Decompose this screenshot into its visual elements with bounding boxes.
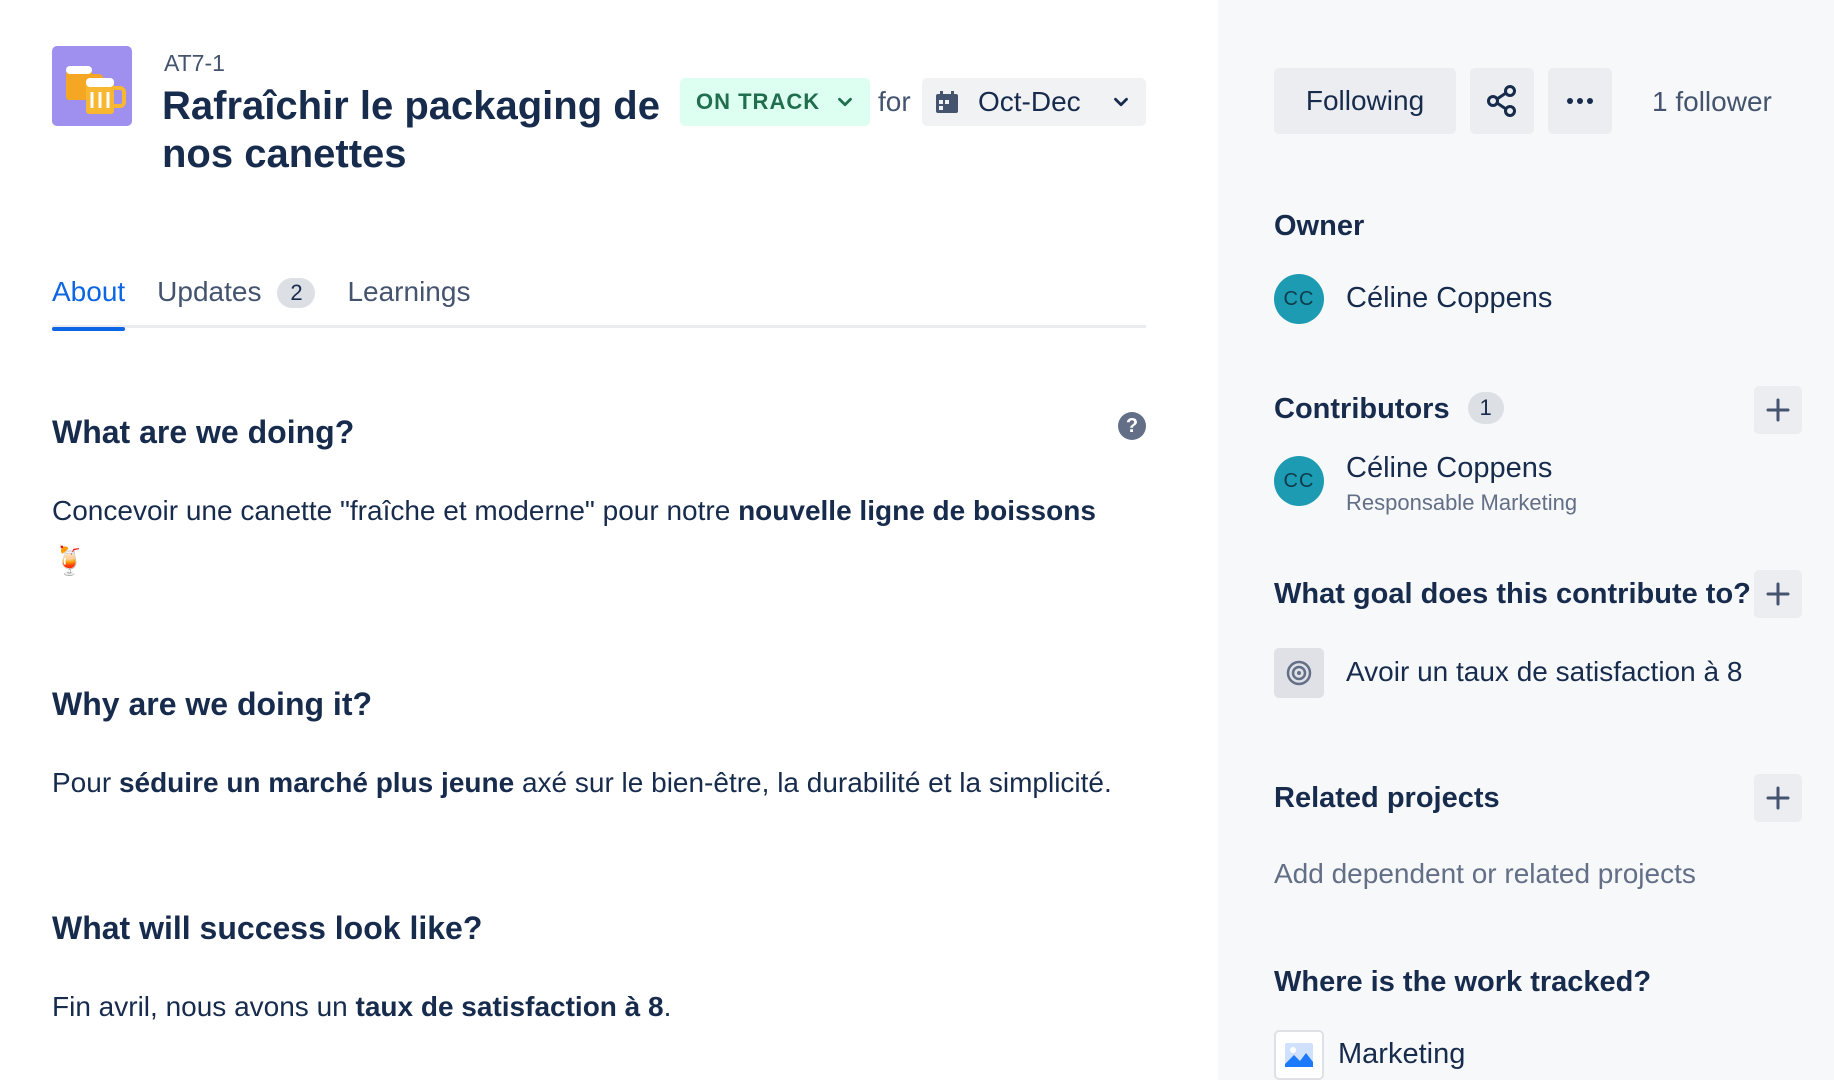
plus-icon — [1766, 582, 1790, 606]
marketing-space-icon — [1274, 1030, 1324, 1080]
success-text: Fin avril, nous avons un — [52, 991, 356, 1022]
contributors-label: Contributors — [1274, 393, 1450, 425]
contributor-role: Responsable Marketing — [1346, 490, 1578, 515]
why-description[interactable]: Pour séduire un marché plus jeune axé su… — [52, 758, 1152, 808]
more-icon — [1567, 98, 1593, 104]
success-text-end: . — [663, 991, 672, 1022]
related-projects-heading: Related projects — [1274, 782, 1500, 814]
page-title[interactable]: Rafraîchir le packaging de nos canettes — [162, 82, 682, 178]
tab-bar: About Updates 2 Learnings — [52, 276, 1146, 331]
contributors-count-badge: 1 — [1467, 392, 1504, 424]
tab-learnings[interactable]: Learnings — [347, 276, 470, 328]
more-actions-button[interactable] — [1548, 68, 1612, 134]
avatar[interactable]: CC — [1274, 274, 1324, 324]
why-text: Pour — [52, 767, 119, 798]
tropical-drink-icon: 🍹 — [52, 545, 87, 576]
add-related-projects-link[interactable]: Add dependent or related projects — [1274, 858, 1696, 890]
chevron-down-icon — [1114, 97, 1128, 107]
target-date-dropdown[interactable]: Oct-Dec — [922, 78, 1146, 126]
tab-updates[interactable]: Updates 2 — [157, 276, 316, 328]
target-date: Oct-Dec — [978, 86, 1081, 117]
goal-link[interactable]: Avoir un taux de satisfaction à 8 — [1346, 656, 1742, 688]
updates-count-badge: 2 — [277, 278, 316, 308]
contributor-name[interactable]: Céline Coppens — [1346, 452, 1552, 485]
tab-about[interactable]: About — [52, 276, 126, 331]
follower-count[interactable]: 1 follower — [1652, 86, 1772, 118]
success-heading: What will success look like? — [52, 910, 483, 946]
add-related-project-button[interactable] — [1754, 774, 1802, 822]
why-heading: Why are we doing it? — [52, 686, 373, 722]
details-sidebar — [1218, 0, 1834, 1080]
calendar-icon — [936, 91, 958, 113]
help-icon[interactable]: ? — [1118, 412, 1146, 440]
goal-heading: What goal does this contribute to? — [1274, 578, 1751, 610]
status-dropdown[interactable]: ON TRACK — [680, 78, 870, 126]
project-key: AT7-1 — [164, 50, 225, 76]
plus-icon — [1766, 786, 1790, 810]
plus-icon — [1766, 398, 1790, 422]
following-button[interactable]: Following — [1274, 68, 1456, 134]
chevron-down-icon — [838, 97, 852, 107]
main-content: AT7-1 Rafraîchir le packaging de nos can… — [0, 0, 1218, 1080]
status-badge: ON TRACK — [696, 89, 821, 114]
what-text-bold: nouvelle ligne de boissons — [738, 495, 1096, 526]
avatar[interactable]: CC — [1274, 456, 1324, 506]
share-button[interactable] — [1470, 68, 1534, 134]
success-description[interactable]: Fin avril, nous avons un taux de satisfa… — [52, 982, 1152, 1032]
success-text-bold: taux de satisfaction à 8 — [355, 991, 664, 1022]
why-text-bold: séduire un marché plus jeune — [118, 767, 515, 798]
beer-mugs-icon[interactable] — [52, 46, 132, 126]
owner-name[interactable]: Céline Coppens — [1346, 282, 1552, 315]
why-text-end: axé sur le bien-être, la durabilité et l… — [514, 767, 1112, 798]
tab-label: Updates — [157, 276, 262, 307]
for-label: for — [878, 86, 911, 117]
owner-heading: Owner — [1274, 210, 1365, 242]
marketing-link[interactable]: Marketing — [1338, 1038, 1465, 1071]
share-icon — [1487, 85, 1516, 117]
add-contributor-button[interactable] — [1754, 386, 1802, 434]
what-heading: What are we doing? — [52, 414, 355, 450]
what-description[interactable]: Concevoir une canette "fraîche et modern… — [52, 486, 1152, 586]
add-goal-button[interactable] — [1754, 570, 1802, 618]
contributors-heading: Contributors 1 — [1274, 392, 1504, 426]
goal-target-icon — [1274, 648, 1324, 698]
work-tracked-heading: Where is the work tracked? — [1274, 966, 1652, 998]
tab-label: Learnings — [347, 276, 471, 307]
what-text: Concevoir une canette "fraîche et modern… — [52, 495, 739, 526]
tab-label: About — [52, 276, 126, 307]
